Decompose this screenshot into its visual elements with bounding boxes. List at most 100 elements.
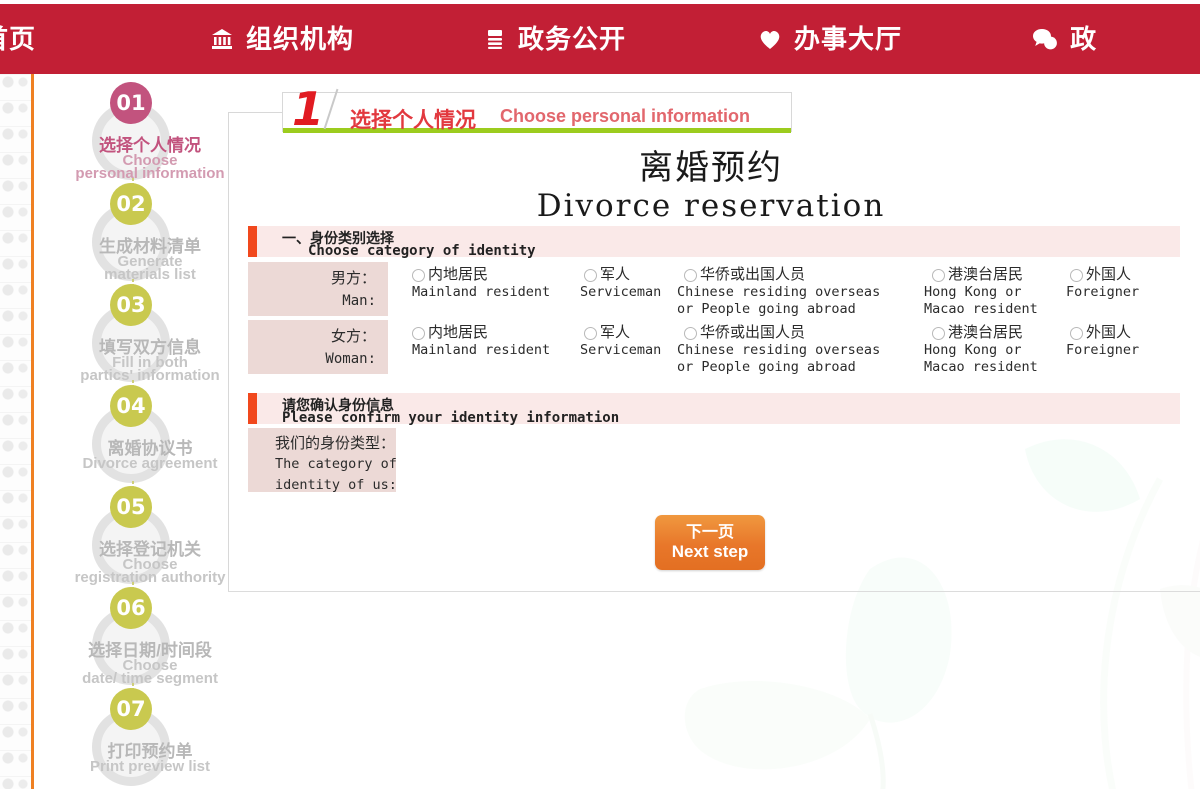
- woman-option-mainland[interactable]: 内地居民 Mainland resident: [412, 324, 550, 359]
- man-option-foreigner-head[interactable]: 外国人: [1070, 266, 1139, 284]
- nav-item-government-affairs[interactable]: 政务公开: [484, 26, 626, 52]
- next-step-button[interactable]: 下一页 Next step: [655, 515, 765, 570]
- nav-item-home-label: 首页: [0, 24, 37, 54]
- man-option-overseas-chinese-head[interactable]: 华侨或出国人员: [684, 266, 880, 284]
- nav-item-consultation[interactable]: 政: [1032, 26, 1097, 52]
- step-number-badge[interactable]: 07: [110, 688, 152, 730]
- step-tab-number: 1: [292, 82, 325, 136]
- step-number-badge[interactable]: 06: [110, 587, 152, 629]
- step-number-badge[interactable]: 05: [110, 486, 152, 528]
- nav-item-organization-label: 组织机构: [246, 24, 355, 54]
- card-top-border-left: [228, 112, 282, 113]
- identity-summary-label-en-1: The category of: [275, 456, 397, 472]
- sidebar-step-05[interactable]: 05 选择登记机关 Choose registration authority: [40, 486, 226, 598]
- card-bottom-divider: [228, 591, 1200, 592]
- institution-icon: [210, 27, 234, 51]
- man-label-cn: 男方：: [330, 270, 376, 287]
- top-navigation-bar: 首页 组织机构: [0, 4, 1200, 74]
- option-label-cn: 外国人: [1086, 324, 1132, 341]
- man-option-hk-macao-taiwan[interactable]: 港澳台居民 Hong Kong or Macao resident: [924, 266, 1038, 318]
- option-label-cn: 内地居民: [428, 266, 489, 283]
- man-option-mainland-head[interactable]: 内地居民: [412, 266, 550, 284]
- man-option-mainland[interactable]: 内地居民 Mainland resident: [412, 266, 550, 301]
- identity-summary-label-cell: 我们的身份类型： The category of identity of us:: [248, 428, 397, 493]
- step-number-badge[interactable]: 04: [110, 385, 152, 427]
- option-label-cn: 港澳台居民: [948, 324, 1024, 341]
- man-option-overseas-chinese[interactable]: 华侨或出国人员 Chinese residing overseas or Peo…: [677, 266, 880, 318]
- sidebar-step-03[interactable]: 03 填写双方信息 Fill in both partics' informat…: [40, 284, 226, 396]
- option-label-en-1: Serviceman: [580, 284, 662, 300]
- option-label-cn: 外国人: [1086, 266, 1132, 283]
- radio-icon[interactable]: [684, 269, 697, 282]
- woman-label-cn: 女方：: [330, 328, 376, 345]
- man-label-en: Man:: [342, 293, 376, 309]
- chat-bubbles-icon: [1032, 27, 1058, 51]
- woman-option-hk-macao-taiwan[interactable]: 港澳台居民 Hong Kong or Macao resident: [924, 324, 1038, 376]
- man-option-foreigner[interactable]: 外国人 Foreigner: [1066, 266, 1139, 301]
- sidebar-step-04[interactable]: 04 离婚协议书 Divorce agreement: [40, 385, 226, 497]
- option-label-cn: 内地居民: [428, 324, 489, 341]
- step-progress-sidebar: 01 选择个人情况 Choose personal information 02…: [40, 82, 226, 789]
- orange-divider-line: [31, 74, 34, 789]
- nav-item-consultation-label: 政: [1070, 24, 1098, 54]
- sidebar-step-06[interactable]: 06 选择日期/时间段 Choose date/ time segment: [40, 587, 226, 699]
- woman-option-mainland-head[interactable]: 内地居民: [412, 324, 550, 342]
- document-list-icon: [484, 28, 506, 50]
- option-label-en-1: Hong Kong or: [924, 342, 1022, 358]
- woman-option-foreigner[interactable]: 外国人 Foreigner: [1066, 324, 1139, 359]
- option-label-en-1: Chinese residing overseas: [677, 284, 881, 300]
- woman-label-en: Woman:: [325, 351, 376, 367]
- woman-option-serviceman-head[interactable]: 军人: [584, 324, 661, 342]
- radio-icon[interactable]: [932, 327, 945, 340]
- confirm-section-title-en: Please confirm your identity information: [282, 410, 620, 426]
- step-tab-label-en: Choose personal information: [500, 106, 751, 126]
- page-title-cn: 离婚预约: [639, 148, 783, 188]
- radio-icon[interactable]: [684, 327, 697, 340]
- man-option-serviceman-head[interactable]: 军人: [584, 266, 661, 284]
- nav-item-organization[interactable]: 组织机构: [210, 26, 354, 52]
- next-step-label-en: Next step: [671, 541, 749, 561]
- radio-icon[interactable]: [412, 269, 425, 282]
- woman-option-overseas-chinese[interactable]: 华侨或出国人员 Chinese residing overseas or Peo…: [677, 324, 880, 376]
- woman-option-hk-macao-taiwan-head[interactable]: 港澳台居民: [932, 324, 1038, 342]
- woman-option-serviceman[interactable]: 军人 Serviceman: [580, 324, 661, 359]
- option-label-en-1: Foreigner: [1066, 342, 1140, 358]
- man-label-cell: 男方： Man:: [248, 262, 388, 316]
- page-title-en: Divorce reservation: [536, 188, 886, 224]
- radio-icon[interactable]: [412, 327, 425, 340]
- next-step-label-cn: 下一页: [685, 523, 734, 541]
- step-number-badge[interactable]: 01: [110, 82, 152, 124]
- sidebar-step-07[interactable]: 07 打印预约单 Print preview list: [40, 688, 226, 789]
- option-label-en-2: Macao resident: [924, 359, 1038, 375]
- nav-item-government-affairs-label: 政务公开: [518, 24, 627, 54]
- option-label-en-1: Foreigner: [1066, 284, 1140, 300]
- woman-option-overseas-chinese-head[interactable]: 华侨或出国人员: [684, 324, 880, 342]
- nav-item-home[interactable]: 首页: [0, 26, 36, 52]
- radio-icon[interactable]: [584, 327, 597, 340]
- radio-icon[interactable]: [1070, 269, 1083, 282]
- option-label-cn: 军人: [600, 266, 631, 283]
- sidebar-step-01[interactable]: 01 选择个人情况 Choose personal information: [40, 82, 226, 194]
- radio-icon[interactable]: [584, 269, 597, 282]
- option-label-cn: 军人: [600, 324, 631, 341]
- option-label-en-1: Mainland resident: [412, 284, 551, 300]
- man-option-serviceman[interactable]: 军人 Serviceman: [580, 266, 661, 301]
- option-label-cn: 华侨或出国人员: [700, 324, 806, 341]
- nav-item-service-hall[interactable]: 办事大厅: [758, 26, 902, 52]
- option-label-en-1: Mainland resident: [412, 342, 551, 358]
- heart-icon: [758, 28, 782, 50]
- step-number-badge[interactable]: 03: [110, 284, 152, 326]
- option-label-en-2: or People going abroad: [677, 301, 856, 317]
- sidebar-step-02[interactable]: 02 生成材料清单 Generate materials list: [40, 183, 226, 295]
- woman-option-foreigner-head[interactable]: 外国人: [1070, 324, 1139, 342]
- option-label-cn: 港澳台居民: [948, 266, 1024, 283]
- identity-summary-label-cn: 我们的身份类型：: [275, 435, 396, 452]
- identity-summary-label-en-2: identity of us:: [275, 477, 397, 493]
- radio-icon[interactable]: [932, 269, 945, 282]
- woman-label-cell: 女方： Woman:: [248, 320, 388, 374]
- radio-icon[interactable]: [1070, 327, 1083, 340]
- option-label-en-2: Macao resident: [924, 301, 1038, 317]
- step-number-badge[interactable]: 02: [110, 183, 152, 225]
- man-option-hk-macao-taiwan-head[interactable]: 港澳台居民: [932, 266, 1038, 284]
- option-label-en-2: or People going abroad: [677, 359, 856, 375]
